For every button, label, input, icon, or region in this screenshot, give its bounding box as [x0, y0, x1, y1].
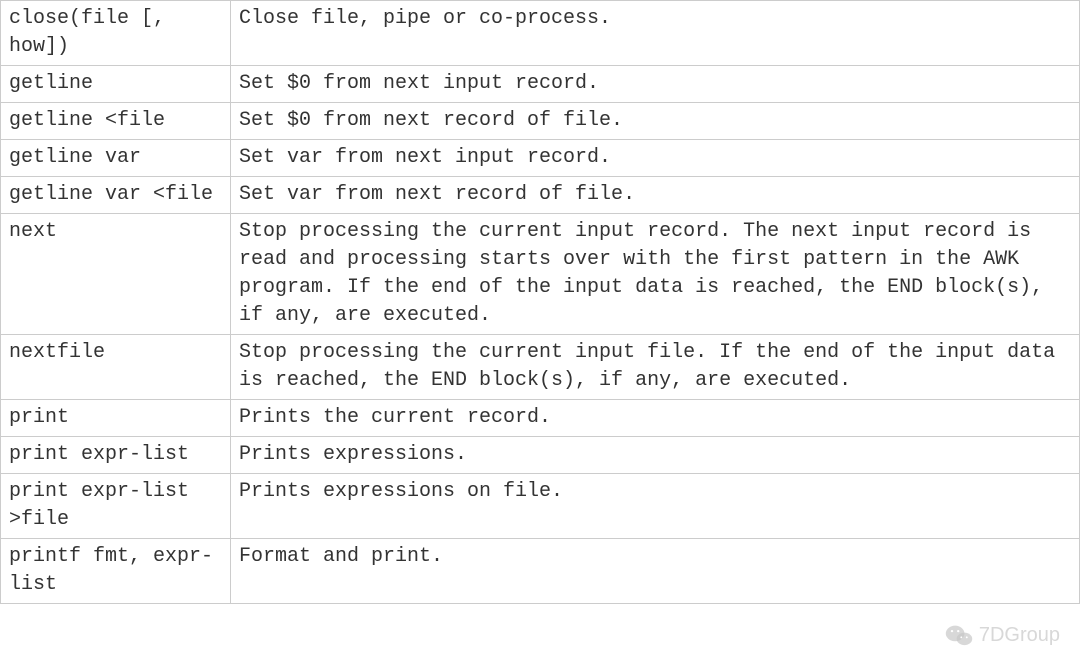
description-cell: Prints expressions on file.	[231, 474, 1080, 539]
table-row: getline <fileSet $0 from next record of …	[1, 103, 1080, 140]
command-cell: print expr-list >file	[1, 474, 231, 539]
command-cell: getline	[1, 66, 231, 103]
command-cell: printf fmt, expr-list	[1, 539, 231, 604]
table-body: close(file [, how])Close file, pipe or c…	[1, 1, 1080, 604]
awk-functions-table: close(file [, how])Close file, pipe or c…	[0, 0, 1080, 604]
table-row: getline var <fileSet var from next recor…	[1, 177, 1080, 214]
table-row: next Stop processing the current input r…	[1, 214, 1080, 335]
description-cell: Set var from next record of file.	[231, 177, 1080, 214]
description-cell: Format and print.	[231, 539, 1080, 604]
command-cell: next	[1, 214, 231, 335]
table-row: print expr-listPrints expressions.	[1, 437, 1080, 474]
table-row: printPrints the current record.	[1, 400, 1080, 437]
command-cell: print expr-list	[1, 437, 231, 474]
table-row: nextfileStop processing the current inpu…	[1, 335, 1080, 400]
description-cell: Close file, pipe or co-process.	[231, 1, 1080, 66]
description-cell: Stop processing the current input record…	[231, 214, 1080, 335]
watermark: 7DGroup	[945, 623, 1060, 647]
description-cell: Set $0 from next record of file.	[231, 103, 1080, 140]
watermark-label: 7DGroup	[979, 624, 1060, 647]
description-cell: Set $0 from next input record.	[231, 66, 1080, 103]
description-cell: Stop processing the current input file. …	[231, 335, 1080, 400]
table-row: getlineSet $0 from next input record.	[1, 66, 1080, 103]
description-cell: Prints the current record.	[231, 400, 1080, 437]
table-row: printf fmt, expr-listFormat and print.	[1, 539, 1080, 604]
table-row: getline varSet var from next input recor…	[1, 140, 1080, 177]
description-cell: Set var from next input record.	[231, 140, 1080, 177]
command-cell: print	[1, 400, 231, 437]
command-cell: getline var	[1, 140, 231, 177]
wechat-icon	[945, 623, 973, 647]
table-row: print expr-list >filePrints expressions …	[1, 474, 1080, 539]
command-cell: getline var <file	[1, 177, 231, 214]
command-cell: getline <file	[1, 103, 231, 140]
description-cell: Prints expressions.	[231, 437, 1080, 474]
command-cell: close(file [, how])	[1, 1, 231, 66]
command-cell: nextfile	[1, 335, 231, 400]
table-row: close(file [, how])Close file, pipe or c…	[1, 1, 1080, 66]
